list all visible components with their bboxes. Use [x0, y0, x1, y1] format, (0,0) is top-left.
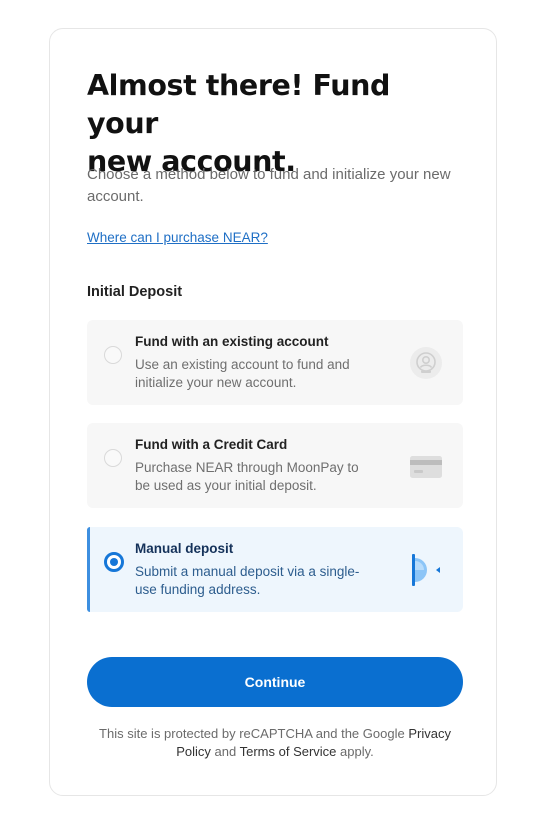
option-description: Submit a manual deposit via a single-use… [135, 564, 360, 597]
option-title: Fund with an existing account [135, 334, 329, 349]
fund-account-card: Almost there! Fund your new account. Choo… [49, 28, 497, 796]
option-credit-card[interactable]: Fund with a Credit Card Purchase NEAR th… [87, 423, 463, 508]
option-title: Fund with a Credit Card [135, 437, 288, 452]
legal-suffix: apply. [340, 744, 374, 759]
recaptcha-notice: This site is protected by reCAPTCHA and … [87, 725, 463, 761]
radio-manual-deposit[interactable] [104, 552, 124, 572]
page-title-line1: Almost there! Fund your [87, 69, 390, 140]
account-icon [410, 347, 442, 379]
continue-button[interactable]: Continue [87, 657, 463, 707]
option-title: Manual deposit [135, 541, 234, 556]
option-existing-account[interactable]: Fund with an existing account Use an exi… [87, 320, 463, 405]
manual-deposit-icon [412, 554, 440, 586]
radio-existing-account[interactable] [104, 346, 122, 364]
legal-and: and [214, 744, 237, 759]
legal-prefix: This site is protected by reCAPTCHA and … [99, 726, 405, 741]
option-manual-deposit[interactable]: Manual deposit Submit a manual deposit v… [87, 527, 463, 612]
purchase-near-link[interactable]: Where can I purchase NEAR? [87, 230, 268, 245]
initial-deposit-label: Initial Deposit [87, 284, 183, 300]
option-description: Purchase NEAR through MoonPay to be used… [135, 460, 359, 493]
option-description: Use an existing account to fund and init… [135, 357, 350, 390]
credit-card-icon [410, 456, 442, 478]
terms-of-service-link[interactable]: Terms of Service [240, 744, 337, 759]
radio-credit-card[interactable] [104, 449, 122, 467]
page-subtitle: Choose a method below to fund and initia… [87, 166, 451, 205]
